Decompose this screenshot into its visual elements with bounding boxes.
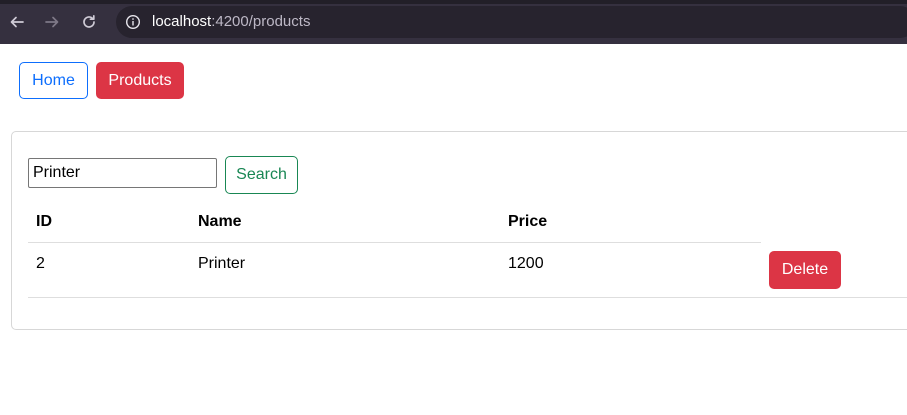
home-button[interactable]: Home bbox=[19, 62, 88, 99]
site-info-button[interactable] bbox=[124, 13, 142, 31]
forward-arrow-icon bbox=[45, 16, 59, 28]
info-icon bbox=[125, 14, 141, 30]
table-header-divider bbox=[28, 242, 761, 243]
delete-button[interactable]: Delete bbox=[769, 251, 841, 289]
search-input[interactable] bbox=[28, 158, 217, 188]
back-button[interactable] bbox=[6, 11, 28, 33]
column-header-name: Name bbox=[198, 213, 242, 230]
reload-button[interactable] bbox=[78, 11, 100, 33]
forward-button[interactable] bbox=[41, 11, 63, 33]
cell-price: 1200 bbox=[508, 255, 544, 272]
column-header-id: ID bbox=[36, 213, 52, 230]
address-bar[interactable]: localhost:4200/products bbox=[116, 6, 907, 38]
tab-strip bbox=[0, 0, 907, 4]
table-row-divider bbox=[28, 297, 907, 298]
url-text: localhost:4200/products bbox=[152, 13, 310, 30]
url-host: localhost bbox=[152, 13, 212, 30]
reload-icon bbox=[83, 14, 95, 28]
url-path: :4200/products bbox=[211, 13, 311, 30]
search-button[interactable]: Search bbox=[225, 156, 298, 194]
browser-toolbar: localhost:4200/products bbox=[0, 0, 907, 44]
cell-name: Printer bbox=[198, 255, 246, 272]
back-arrow-icon bbox=[10, 16, 24, 28]
products-button[interactable]: Products bbox=[96, 62, 184, 99]
column-header-price: Price bbox=[508, 213, 548, 230]
cell-id: 2 bbox=[36, 255, 45, 272]
